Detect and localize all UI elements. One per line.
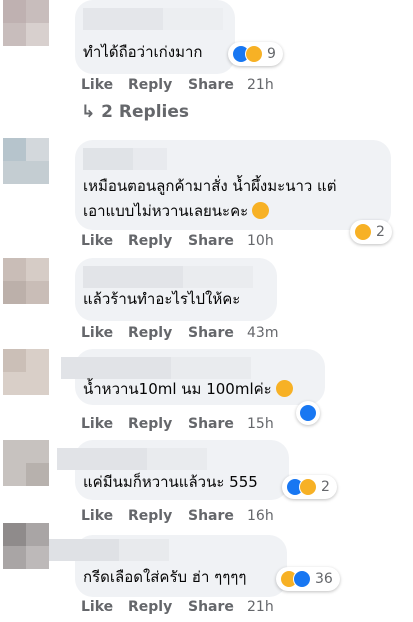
share-button[interactable]: Share (188, 325, 234, 341)
laugh-icon (354, 223, 372, 241)
laugh-icon (245, 45, 263, 63)
share-button[interactable]: Share (188, 77, 234, 93)
timestamp[interactable]: 16h (247, 508, 274, 524)
timestamp[interactable]: 21h (247, 599, 274, 615)
comment-text: แล้วร้านทำอะไรไปให้คะ (83, 290, 241, 308)
reaction-summary[interactable]: 9 (228, 42, 283, 66)
comment-text: ทำได้ถือว่าเก่งมาก (83, 43, 203, 61)
replies-count: 2 Replies (101, 102, 190, 122)
like-button[interactable]: Like (81, 77, 113, 93)
reply-button[interactable]: Reply (128, 325, 172, 341)
comment-text: น้ำหวาน10ml นม 100mlค่ะ (83, 376, 293, 402)
author-name[interactable] (83, 148, 167, 170)
author-name[interactable] (49, 539, 169, 561)
reaction-summary[interactable]: 2 (282, 475, 337, 499)
reply-button[interactable]: Reply (128, 508, 172, 524)
like-icon (293, 570, 311, 588)
avatar[interactable] (3, 349, 49, 395)
share-button[interactable]: Share (188, 599, 234, 615)
timestamp[interactable]: 21h (247, 77, 274, 93)
timestamp[interactable]: 15h (247, 416, 274, 432)
like-button[interactable]: Like (81, 508, 113, 524)
author-name[interactable] (83, 266, 253, 288)
like-button[interactable]: Like (81, 599, 113, 615)
timestamp[interactable]: 43m (247, 325, 278, 341)
timestamp[interactable]: 10h (247, 233, 274, 249)
comment-text: กรีดเลือดใส่ครับ ฮ่า ๆๆๆๆ (83, 568, 247, 586)
comment-bubble: กรีดเลือดใส่ครับ ฮ่า ๆๆๆๆ (49, 535, 287, 597)
like-icon (299, 404, 317, 422)
like-button[interactable]: Like (81, 416, 113, 432)
reply-button[interactable]: Reply (128, 233, 172, 249)
avatar[interactable] (3, 258, 49, 304)
reply-button[interactable]: Reply (128, 599, 172, 615)
avatar[interactable] (3, 0, 49, 46)
share-button[interactable]: Share (188, 508, 234, 524)
comment-text: แค่มีนมก็หวานแล้วนะ 555 (83, 473, 258, 491)
comment-text-line-2: เอาแบบไม่หวานเลยนะคะ (83, 198, 270, 224)
author-name[interactable] (57, 448, 207, 470)
like-button[interactable]: Like (81, 325, 113, 341)
reaction-summary[interactable] (296, 401, 320, 425)
reply-arrow-icon: ↳ (81, 102, 96, 122)
author-name[interactable] (83, 8, 223, 30)
comment-text-line-1: เหมือนตอนลูกค้ามาสั่ง น้ำผึ้งมะนาว แต่ (83, 177, 337, 195)
reaction-summary[interactable]: 36 (276, 567, 340, 591)
avatar[interactable] (3, 440, 49, 486)
comment-bubble: แค่มีนมก็หวานแล้วนะ 555 (57, 440, 289, 500)
comment-bubble: แล้วร้านทำอะไรไปให้คะ (75, 258, 277, 321)
rofl-emoji-icon (252, 202, 270, 219)
share-button[interactable]: Share (188, 416, 234, 432)
laugh-icon (299, 478, 317, 496)
laugh-emoji-icon (275, 380, 293, 397)
like-button[interactable]: Like (81, 233, 113, 249)
avatar[interactable] (3, 138, 49, 184)
share-button[interactable]: Share (188, 233, 234, 249)
comment-bubble: เหมือนตอนลูกค้ามาสั่ง น้ำผึ้งมะนาว แต่ เ… (75, 140, 391, 230)
avatar[interactable] (3, 523, 49, 569)
reply-button[interactable]: Reply (128, 77, 172, 93)
comment-bubble: น้ำหวาน10ml นม 100mlค่ะ (61, 349, 325, 405)
view-replies-link[interactable]: ↳ 2 Replies (81, 102, 189, 122)
reply-button[interactable]: Reply (128, 416, 172, 432)
reaction-summary[interactable]: 2 (350, 220, 392, 244)
comment-bubble: ทำได้ถือว่าเก่งมาก (75, 0, 235, 74)
